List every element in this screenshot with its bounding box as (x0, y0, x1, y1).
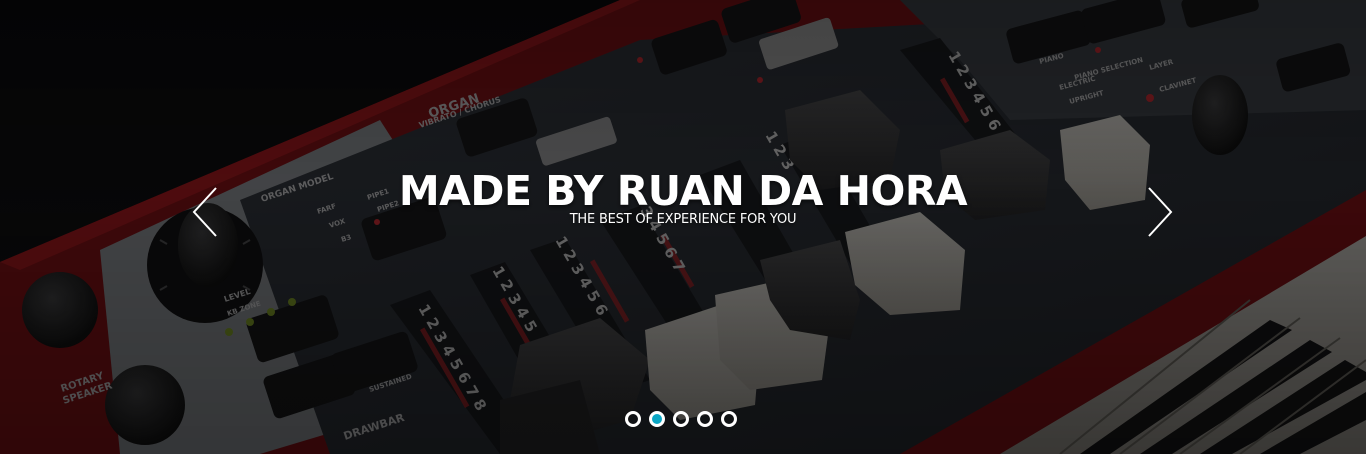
chevron-right-icon (1148, 187, 1173, 237)
prev-slide-button[interactable] (190, 186, 220, 238)
carousel-indicator-5[interactable] (721, 411, 737, 427)
chevron-left-icon (192, 187, 217, 237)
hero-carousel: 1 2 3 4 5 6 7 8 1 2 3 4 5 1 2 3 4 5 6 3 … (0, 0, 1366, 454)
carousel-indicator-2[interactable] (649, 411, 665, 427)
carousel-indicator-4[interactable] (697, 411, 713, 427)
carousel-indicators (625, 410, 737, 428)
next-slide-button[interactable] (1145, 186, 1175, 238)
carousel-indicator-1[interactable] (625, 411, 641, 427)
carousel-indicator-3[interactable] (673, 411, 689, 427)
